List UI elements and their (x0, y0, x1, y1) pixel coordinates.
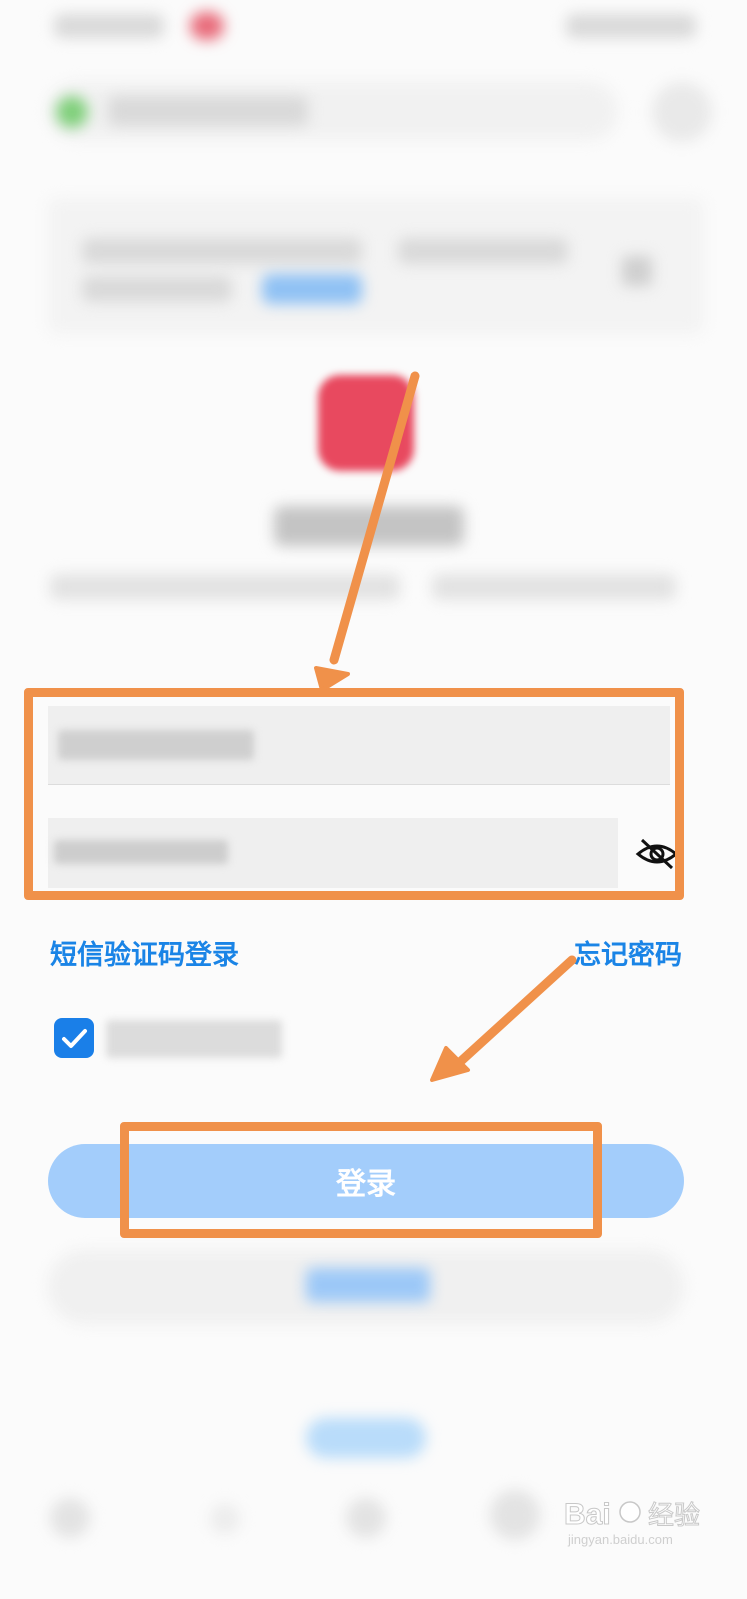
bottom-icon-2[interactable] (210, 1504, 240, 1534)
forgot-password-link[interactable]: 忘记密码 (574, 936, 682, 976)
app-subtitle-right (432, 574, 676, 600)
agree-checkbox[interactable] (54, 1018, 94, 1058)
check-icon (62, 1029, 87, 1048)
sms-login-link[interactable]: 短信验证码登录 (50, 936, 239, 976)
header-avatar-icon[interactable] (652, 82, 712, 142)
watermark-latin: Bai (564, 1498, 611, 1531)
app-subtitle-left (50, 574, 400, 600)
paw-icon (619, 1501, 641, 1523)
banner-link[interactable] (262, 274, 362, 304)
bottom-icon-1[interactable] (50, 1498, 90, 1538)
register-button-label (306, 1268, 430, 1302)
annotation-frame-fields (24, 688, 684, 900)
watermark-cn: 经验 (648, 1501, 700, 1531)
header-status-icon (56, 96, 88, 128)
bottom-icon-3[interactable] (346, 1498, 386, 1538)
annotation-frame-login (120, 1122, 602, 1238)
banner-line-2 (398, 238, 568, 264)
status-bar (0, 0, 747, 56)
notice-banner (48, 198, 704, 334)
bottom-link[interactable] (306, 1418, 426, 1458)
app-title (274, 506, 464, 546)
banner-line-3 (82, 276, 232, 302)
agreement-text (106, 1020, 282, 1058)
watermark-url: jingyan.baidu.com (567, 1532, 673, 1547)
app-logo (318, 375, 414, 471)
arrow-to-login (430, 955, 577, 1082)
banner-line-1 (82, 238, 362, 264)
header-title (108, 96, 308, 126)
bottom-icon-4[interactable] (490, 1490, 540, 1540)
baidu-watermark: Bai 经验 jingyan.baidu.com (560, 1490, 740, 1550)
banner-close-icon[interactable] (622, 256, 652, 286)
